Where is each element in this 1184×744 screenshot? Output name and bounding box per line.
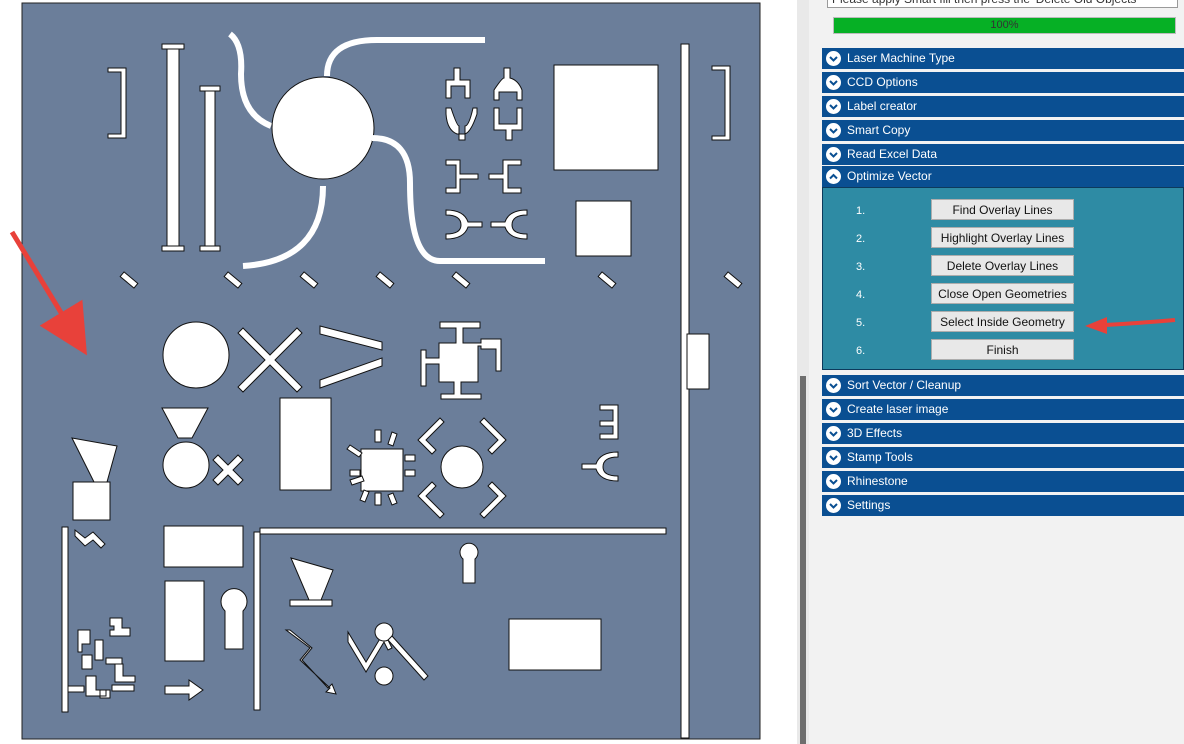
- chevron-up-icon: [826, 169, 841, 184]
- shape-bar-2-bottom: [199, 245, 221, 252]
- step-number: 1.: [856, 205, 866, 217]
- section-create-laser-image[interactable]: Create laser image: [822, 399, 1184, 420]
- step-number: 2.: [856, 233, 866, 245]
- find-overlay-lines-button[interactable]: Find Overlay Lines: [931, 199, 1074, 220]
- shape-connector-9: [599, 404, 619, 440]
- section-sort-vector-cleanup[interactable]: Sort Vector / Cleanup: [822, 375, 1184, 396]
- shape-rect-vertical: [164, 580, 205, 662]
- status-message: Please apply Smart fill then press the '…: [827, 0, 1178, 8]
- section-rhinestone[interactable]: Rhinestone: [822, 471, 1184, 492]
- shape-square-small: [575, 200, 632, 257]
- chevron-down-icon: [826, 75, 841, 90]
- section-label: Create laser image: [847, 402, 949, 416]
- section-laser-machine-type[interactable]: Laser Machine Type: [822, 48, 1184, 69]
- shape-tab: [686, 333, 710, 390]
- section-settings[interactable]: Settings: [822, 495, 1184, 516]
- step-number: 3.: [856, 261, 866, 273]
- shape-long-horizontal-bar: [259, 527, 667, 535]
- shape-circle-small-2: [440, 445, 484, 489]
- chevron-down-icon: [826, 51, 841, 66]
- chevron-down-icon: [826, 498, 841, 513]
- scrollbar-thumb[interactable]: [800, 376, 806, 744]
- shape-bulb-2: [459, 542, 479, 584]
- section-optimize-vector[interactable]: Optimize Vector: [822, 166, 1184, 187]
- shape-circle-medium: [162, 321, 230, 389]
- section-stamp-tools[interactable]: Stamp Tools: [822, 447, 1184, 468]
- shape-rect-wide: [163, 525, 244, 568]
- step-number: 5.: [856, 317, 866, 329]
- shape-bar-2-top: [199, 85, 221, 92]
- shape-bar-1-bottom: [161, 245, 185, 252]
- shape-t-bar: [67, 685, 85, 693]
- chevron-down-icon: [826, 402, 841, 417]
- optimize-vector-body: 1. Find Overlay Lines 2. Highlight Overl…: [822, 187, 1184, 370]
- shape-bar-1: [166, 44, 180, 251]
- section-ccd-options[interactable]: CCD Options: [822, 72, 1184, 93]
- shape-rect-tall: [279, 397, 332, 491]
- progress-bar: 100%: [833, 17, 1176, 34]
- select-inside-geometry-button[interactable]: Select Inside Geometry: [931, 311, 1074, 332]
- section-smart-copy[interactable]: Smart Copy: [822, 120, 1184, 141]
- section-read-excel-data[interactable]: Read Excel Data: [822, 144, 1184, 165]
- chevron-down-icon: [826, 99, 841, 114]
- shape-tall-bar-left: [61, 526, 69, 713]
- shape-base-plate: [289, 599, 333, 607]
- chevron-down-icon: [826, 450, 841, 465]
- shape-bar-1-top: [161, 43, 185, 50]
- annotation-arrow-select-inside: [1085, 317, 1176, 334]
- chevron-down-icon: [826, 147, 841, 162]
- shape-square-bottom: [72, 481, 111, 521]
- delete-overlay-lines-button[interactable]: Delete Overlay Lines: [931, 255, 1074, 276]
- section-label: Stamp Tools: [847, 450, 913, 464]
- shape-tall-bar-middle: [253, 531, 261, 711]
- tool-panel: Please apply Smart fill then press the '…: [809, 0, 1184, 744]
- shape-square-large: [553, 64, 659, 171]
- finish-button[interactable]: Finish: [931, 339, 1074, 360]
- close-open-geometries-button[interactable]: Close Open Geometries: [931, 283, 1074, 304]
- chevron-down-icon: [826, 474, 841, 489]
- section-3d-effects[interactable]: 3D Effects: [822, 423, 1184, 444]
- step-number: 6.: [856, 345, 866, 357]
- progress-label: 100%: [990, 19, 1019, 31]
- shape-bulb-1: [220, 588, 248, 650]
- shape-rect-bottom-right: [508, 618, 602, 671]
- shape-bar-2: [204, 87, 216, 251]
- workpiece-drawing[interactable]: [0, 0, 800, 744]
- section-label: Sort Vector / Cleanup: [847, 378, 962, 392]
- section-label: Label creator: [847, 99, 918, 113]
- shape-small-circle-zigzag-2: [374, 666, 394, 686]
- section-label-creator[interactable]: Label creator: [822, 96, 1184, 117]
- section-label: Optimize Vector: [847, 169, 932, 183]
- highlight-overlay-lines-button[interactable]: Highlight Overlay Lines: [931, 227, 1074, 248]
- section-label: Laser Machine Type: [847, 51, 955, 65]
- chevron-down-icon: [826, 426, 841, 441]
- section-label: Read Excel Data: [847, 147, 938, 161]
- shape-gear-square: [360, 448, 404, 492]
- chevron-down-icon: [826, 123, 841, 138]
- step-number: 4.: [856, 289, 866, 301]
- design-canvas[interactable]: [0, 0, 800, 744]
- shape-long-vertical-bar: [680, 43, 690, 739]
- section-label: Smart Copy: [847, 123, 911, 137]
- section-label: 3D Effects: [847, 426, 903, 440]
- section-label: Settings: [847, 498, 891, 512]
- chevron-down-icon: [826, 378, 841, 393]
- shape-big-circle: [271, 76, 375, 180]
- shape-circle-small-1: [162, 441, 210, 489]
- section-label: CCD Options: [847, 75, 918, 89]
- section-label: Rhinestone: [847, 474, 908, 488]
